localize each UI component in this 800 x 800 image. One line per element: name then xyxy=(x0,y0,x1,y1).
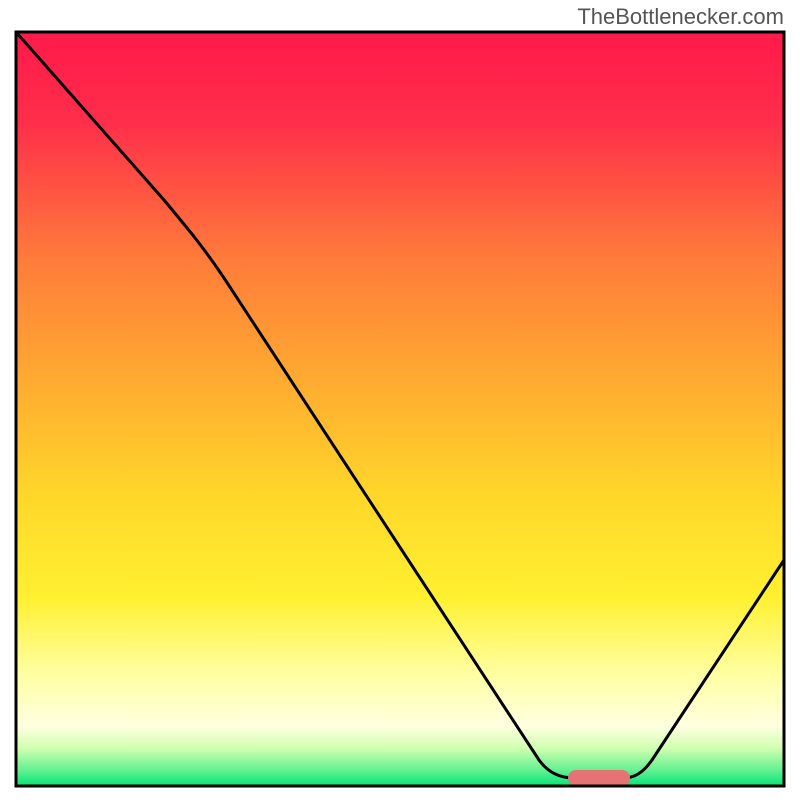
bottleneck-chart xyxy=(14,30,786,788)
chart-gradient-bg xyxy=(16,32,784,786)
minimum-marker xyxy=(568,770,630,786)
chart-svg xyxy=(14,30,786,788)
watermark-text: TheBottlenecker.com xyxy=(577,4,784,30)
